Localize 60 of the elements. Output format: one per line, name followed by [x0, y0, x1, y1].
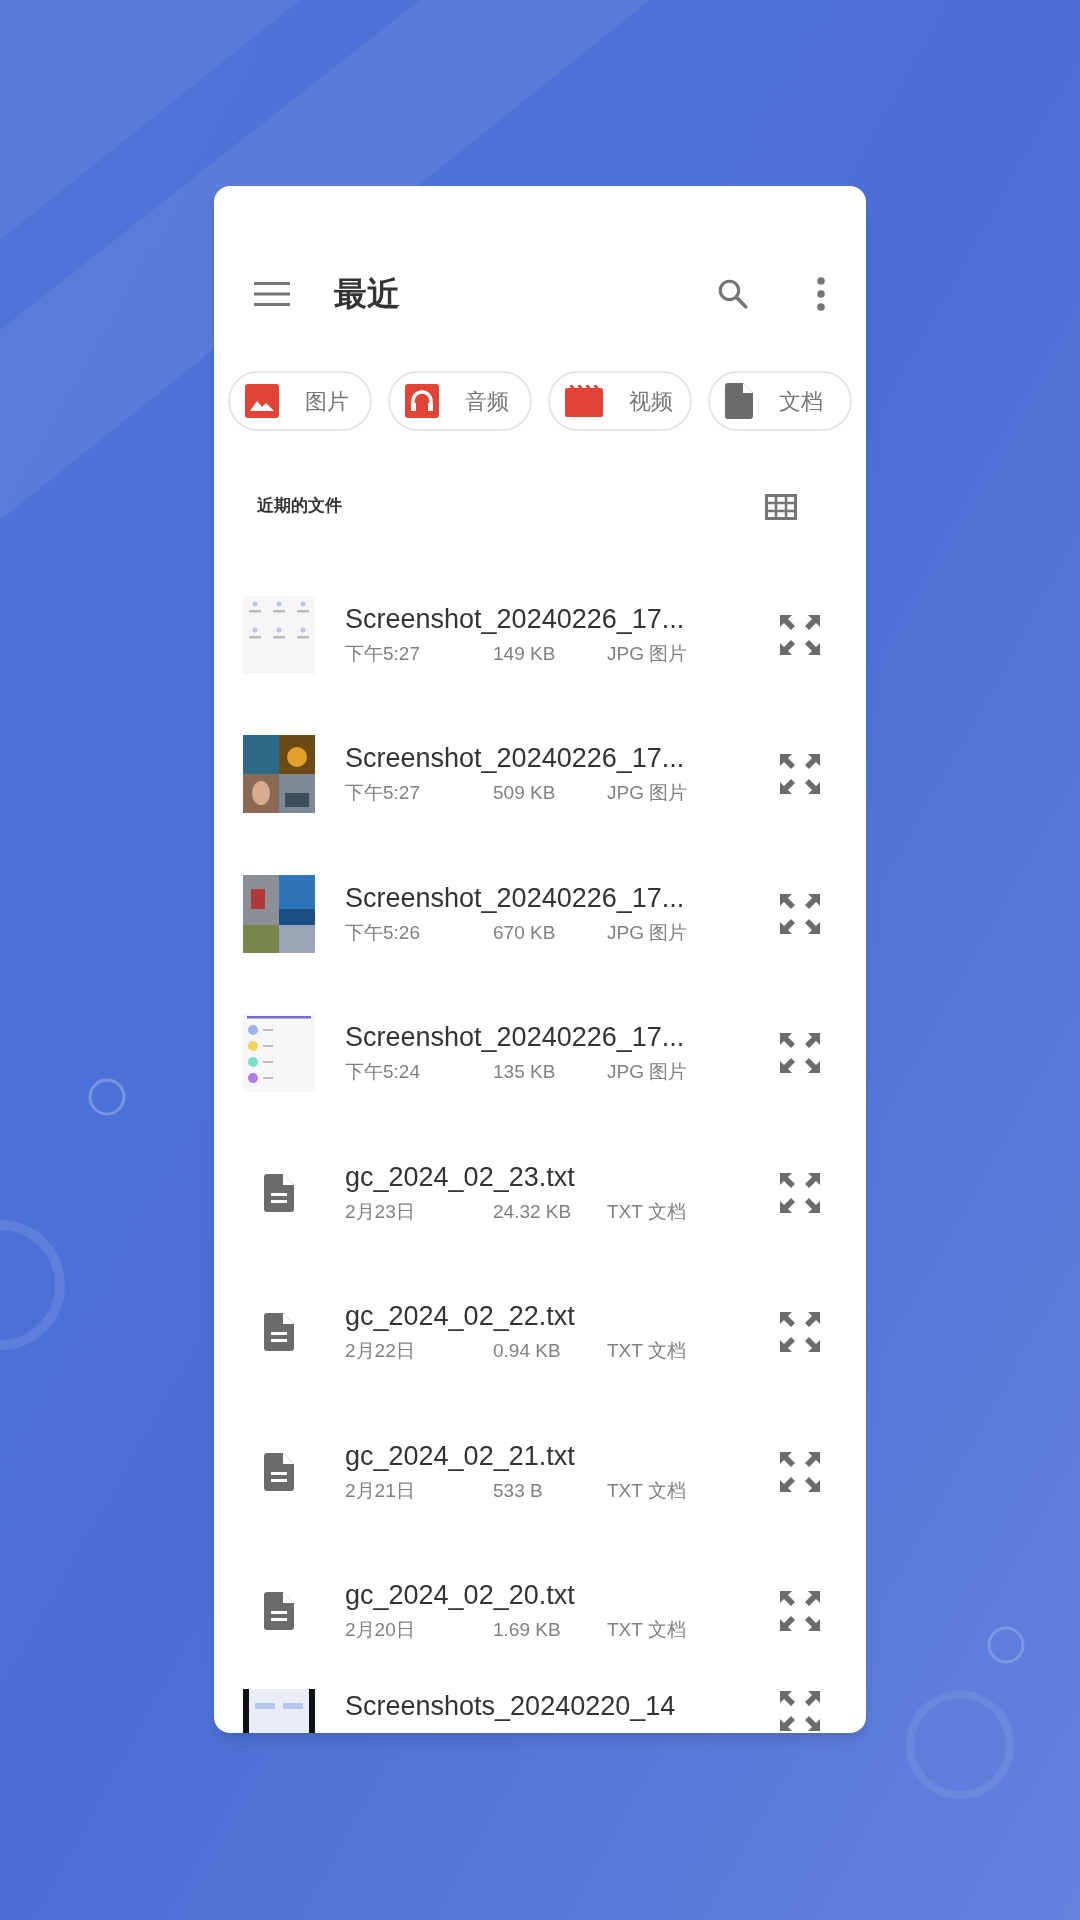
file-type: TXT 文档 — [607, 1199, 686, 1224]
file-name[interactable]: gc_2024_02_21.txt — [345, 1438, 778, 1473]
search-icon[interactable] — [716, 277, 750, 311]
file-size: 149 KB — [493, 641, 557, 666]
file-size: 670 KB — [493, 920, 557, 945]
file-date: 下午5:27 — [345, 781, 421, 805]
expand-icon[interactable] — [778, 1689, 822, 1733]
file-date: 2月20日 — [345, 1618, 416, 1642]
expand-icon[interactable] — [778, 891, 822, 936]
file-name[interactable]: Screenshot_20240226_17... — [345, 741, 778, 775]
file-type: TXT 文档 — [607, 1339, 686, 1363]
file-name[interactable]: gc_2024_02_23.txt — [345, 1159, 778, 1194]
file-date: 下午5:26 — [345, 920, 421, 945]
expand-icon[interactable] — [778, 1170, 822, 1215]
file-name[interactable]: Screenshot_20240226_17... — [345, 1020, 778, 1054]
expand-icon[interactable] — [778, 1449, 822, 1494]
file-date: 下午5:24 — [345, 1060, 421, 1084]
document-icon — [264, 1452, 294, 1491]
document-icon — [264, 1313, 294, 1352]
file-type: JPG 图片 — [607, 781, 688, 805]
image-icon — [245, 384, 279, 418]
file-date: 2月22日 — [345, 1339, 416, 1363]
expand-icon[interactable] — [778, 1589, 822, 1634]
expand-icon[interactable] — [778, 1310, 822, 1355]
menu-icon[interactable] — [254, 281, 290, 307]
category-chip[interactable]: 文档 — [708, 371, 852, 431]
file-type: TXT 文档 — [607, 1618, 686, 1642]
file-size: 509 KB — [493, 781, 557, 805]
file-size: 0.94 KB — [493, 1339, 562, 1363]
category-chip[interactable]: 图片 — [228, 371, 372, 431]
expand-icon[interactable] — [778, 612, 822, 657]
clapperboard-icon — [565, 385, 603, 417]
file-name[interactable]: gc_2024_02_20.txt — [345, 1578, 778, 1612]
headphones-icon — [405, 384, 439, 418]
grid-view-icon[interactable] — [765, 494, 797, 520]
file-size: 24.32 KB — [493, 1199, 573, 1224]
file-date: 2月21日 — [345, 1478, 416, 1503]
file-size: 1.69 KB — [493, 1618, 562, 1642]
category-chip[interactable]: 音频 — [388, 371, 532, 431]
file-type: JPG 图片 — [607, 1060, 688, 1084]
document-icon — [264, 1592, 294, 1631]
file-type: TXT 文档 — [607, 1478, 686, 1503]
file-size: 533 B — [493, 1478, 544, 1503]
file-name[interactable]: Screenshots_20240220_14 — [345, 1689, 778, 1723]
file-size: 135 KB — [493, 1060, 557, 1084]
document-icon — [725, 383, 753, 419]
expand-icon[interactable] — [778, 752, 822, 797]
file-name[interactable]: Screenshot_20240226_17... — [345, 601, 778, 636]
screen-title: 最近 — [334, 274, 400, 315]
file-name[interactable]: gc_2024_02_22.txt — [345, 1299, 778, 1333]
document-icon — [264, 1173, 294, 1212]
section-title: 近期的文件 — [257, 495, 342, 518]
more-icon[interactable] — [816, 277, 826, 311]
category-chip[interactable]: 视频 — [548, 371, 692, 431]
file-date: 下午5:27 — [345, 641, 421, 666]
file-type: JPG 图片 — [607, 920, 688, 945]
file-date: 2月23日 — [345, 1199, 416, 1224]
expand-icon[interactable] — [778, 1031, 822, 1076]
file-name[interactable]: Screenshot_20240226_17... — [345, 880, 778, 915]
file-type: JPG 图片 — [607, 641, 688, 666]
